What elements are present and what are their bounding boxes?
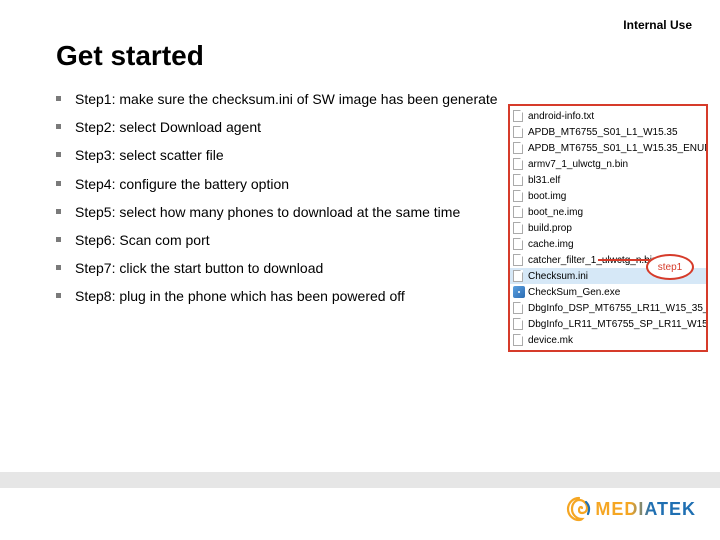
step-item: Step4: configure the battery option	[56, 175, 576, 193]
file-name: bl31.elf	[528, 175, 560, 186]
exe-icon	[513, 286, 525, 298]
document-icon	[513, 158, 525, 170]
bullet-icon	[56, 293, 61, 298]
logo-swirl-icon	[566, 496, 592, 522]
document-icon	[513, 142, 525, 154]
footer-divider	[0, 472, 720, 488]
file-row[interactable]: CheckSum_Gen.exe	[510, 284, 706, 300]
file-name: APDB_MT6755_S01_L1_W15.35	[528, 127, 678, 138]
file-row[interactable]: android-info.txt	[510, 108, 706, 124]
file-name: armv7_1_ulwctg_n.bin	[528, 159, 628, 170]
file-row[interactable]: build.prop	[510, 220, 706, 236]
step-text: Step1: make sure the checksum.ini of SW …	[75, 90, 498, 108]
document-icon	[513, 222, 525, 234]
file-row[interactable]: DbgInfo_LR11_MT6755_SP_LR11_W15...	[510, 316, 706, 332]
document-icon	[513, 206, 525, 218]
document-icon	[513, 190, 525, 202]
logo-text: MEDIATEK	[595, 499, 696, 520]
file-name: cache.img	[528, 239, 574, 250]
step-item: Step5: select how many phones to downloa…	[56, 203, 576, 221]
bullet-icon	[56, 181, 61, 186]
steps-list: Step1: make sure the checksum.ini of SW …	[56, 90, 576, 316]
file-row[interactable]: APDB_MT6755_S01_L1_W15.35_ENUM	[510, 140, 706, 156]
document-icon	[513, 334, 525, 346]
step1-callout: step1	[646, 254, 694, 280]
file-row[interactable]: armv7_1_ulwctg_n.bin	[510, 156, 706, 172]
file-row[interactable]: device.mk	[510, 332, 706, 348]
file-name: android-info.txt	[528, 111, 594, 122]
document-icon	[513, 318, 525, 330]
step-text: Step2: select Download agent	[75, 118, 261, 136]
bullet-icon	[56, 265, 61, 270]
file-name: Checksum.ini	[528, 271, 588, 282]
file-name: APDB_MT6755_S01_L1_W15.35_ENUM	[528, 143, 706, 154]
document-icon	[513, 254, 525, 266]
file-row[interactable]: boot.img	[510, 188, 706, 204]
file-name: DbgInfo_DSP_MT6755_LR11_W15_35_...	[528, 303, 706, 314]
bullet-icon	[56, 96, 61, 101]
file-row[interactable]: APDB_MT6755_S01_L1_W15.35	[510, 124, 706, 140]
bullet-icon	[56, 152, 61, 157]
file-name: CheckSum_Gen.exe	[528, 287, 620, 298]
file-row[interactable]: DbgInfo_DSP_MT6755_LR11_W15_35_...	[510, 300, 706, 316]
step-text: Step3: select scatter file	[75, 146, 224, 164]
step-text: Step8: plug in the phone which has been …	[75, 287, 405, 305]
step-text: Step7: click the start button to downloa…	[75, 259, 323, 277]
file-name: boot.img	[528, 191, 566, 202]
bullet-icon	[56, 209, 61, 214]
step-text: Step4: configure the battery option	[75, 175, 289, 193]
step-text: Step5: select how many phones to downloa…	[75, 203, 460, 221]
callout-connector	[598, 259, 650, 261]
classification-label: Internal Use	[623, 18, 692, 32]
step-item: Step8: plug in the phone which has been …	[56, 287, 576, 305]
document-icon	[513, 238, 525, 250]
step-item: Step1: make sure the checksum.ini of SW …	[56, 90, 576, 108]
file-name: build.prop	[528, 223, 572, 234]
bullet-icon	[56, 237, 61, 242]
file-name: device.mk	[528, 335, 573, 346]
step-text: Step6: Scan com port	[75, 231, 210, 249]
file-name: boot_ne.img	[528, 207, 583, 218]
step-item: Step7: click the start button to downloa…	[56, 259, 576, 277]
file-row[interactable]: boot_ne.img	[510, 204, 706, 220]
document-icon	[513, 126, 525, 138]
step-item: Step6: Scan com port	[56, 231, 576, 249]
file-row[interactable]: bl31.elf	[510, 172, 706, 188]
document-icon	[513, 302, 525, 314]
step-item: Step2: select Download agent	[56, 118, 576, 136]
document-icon	[513, 174, 525, 186]
page-title: Get started	[56, 40, 204, 72]
document-icon	[513, 110, 525, 122]
file-row[interactable]: cache.img	[510, 236, 706, 252]
bullet-icon	[56, 124, 61, 129]
mediatek-logo: MEDIATEK	[566, 496, 696, 522]
step-item: Step3: select scatter file	[56, 146, 576, 164]
file-list-panel: android-info.txt APDB_MT6755_S01_L1_W15.3…	[508, 104, 708, 352]
file-name: DbgInfo_LR11_MT6755_SP_LR11_W15...	[528, 319, 706, 330]
document-icon	[513, 270, 525, 282]
